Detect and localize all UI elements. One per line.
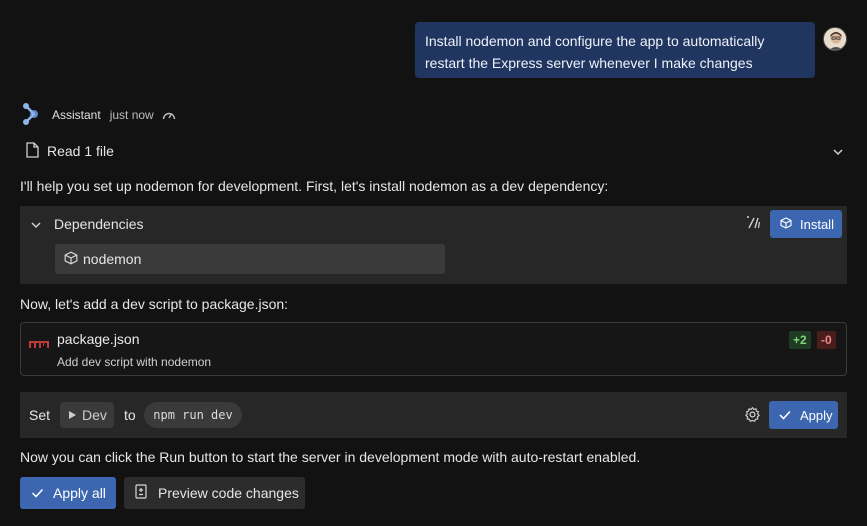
read-files-label: Read 1 file: [47, 143, 114, 159]
chevron-down-icon[interactable]: [832, 143, 844, 159]
apply-label: Apply: [800, 407, 833, 423]
script-text: Now, let's add a dev script to package.j…: [20, 296, 289, 312]
play-icon: [68, 407, 77, 423]
message-timestamp: just now: [109, 108, 154, 122]
dependencies-card: Dependencies Install nodemon: [20, 206, 847, 284]
package-icon: [780, 216, 792, 232]
assistant-logo-icon: [22, 102, 40, 129]
apply-button[interactable]: Apply: [769, 401, 838, 429]
dependency-name: nodemon: [83, 251, 142, 267]
install-label: Install: [800, 216, 834, 232]
chevron-down-icon: [30, 216, 42, 232]
user-avatar: [823, 27, 847, 51]
preview-changes-button[interactable]: Preview code changes: [124, 477, 305, 509]
assistant-name: Assistant: [52, 108, 101, 122]
apply-all-button[interactable]: Apply all: [20, 477, 116, 509]
deletions-badge: -0: [817, 331, 836, 349]
run-command: npm run dev: [144, 402, 242, 428]
apply-all-label: Apply all: [53, 485, 106, 501]
read-files-toggle[interactable]: Read 1 file: [26, 140, 844, 162]
magic-wand-icon[interactable]: [746, 216, 761, 232]
file-icon: [26, 141, 39, 161]
install-button[interactable]: Install: [770, 210, 842, 238]
run-config-card: Set Dev to npm run dev Apply: [20, 392, 847, 438]
npm-icon: [29, 336, 49, 352]
to-label: to: [124, 407, 136, 423]
check-icon: [779, 408, 791, 423]
run-name: Dev: [82, 407, 107, 423]
file-change-description: Add dev script with nodemon: [57, 355, 212, 369]
preview-label: Preview code changes: [158, 485, 299, 501]
dependency-chip: nodemon: [55, 244, 445, 274]
gear-icon[interactable]: [744, 406, 761, 426]
intro-text: I'll help you set up nodemon for develop…: [20, 178, 609, 194]
file-change-card[interactable]: package.json Add dev script with nodemon…: [20, 322, 847, 376]
dependencies-title: Dependencies: [54, 216, 144, 232]
closing-text: Now you can click the Run button to star…: [20, 449, 641, 465]
run-name-chip: Dev: [60, 402, 114, 428]
user-message: Install nodemon and configure the app to…: [415, 22, 815, 78]
speedometer-icon[interactable]: [162, 109, 176, 121]
additions-badge: +2: [789, 331, 811, 349]
dependencies-toggle[interactable]: Dependencies: [30, 213, 144, 235]
check-icon: [31, 485, 44, 501]
document-diff-icon: [135, 484, 147, 502]
assistant-header: Assistant just now: [22, 102, 176, 129]
file-name: package.json: [57, 331, 140, 347]
set-label: Set: [29, 407, 51, 423]
package-icon: [64, 251, 78, 268]
